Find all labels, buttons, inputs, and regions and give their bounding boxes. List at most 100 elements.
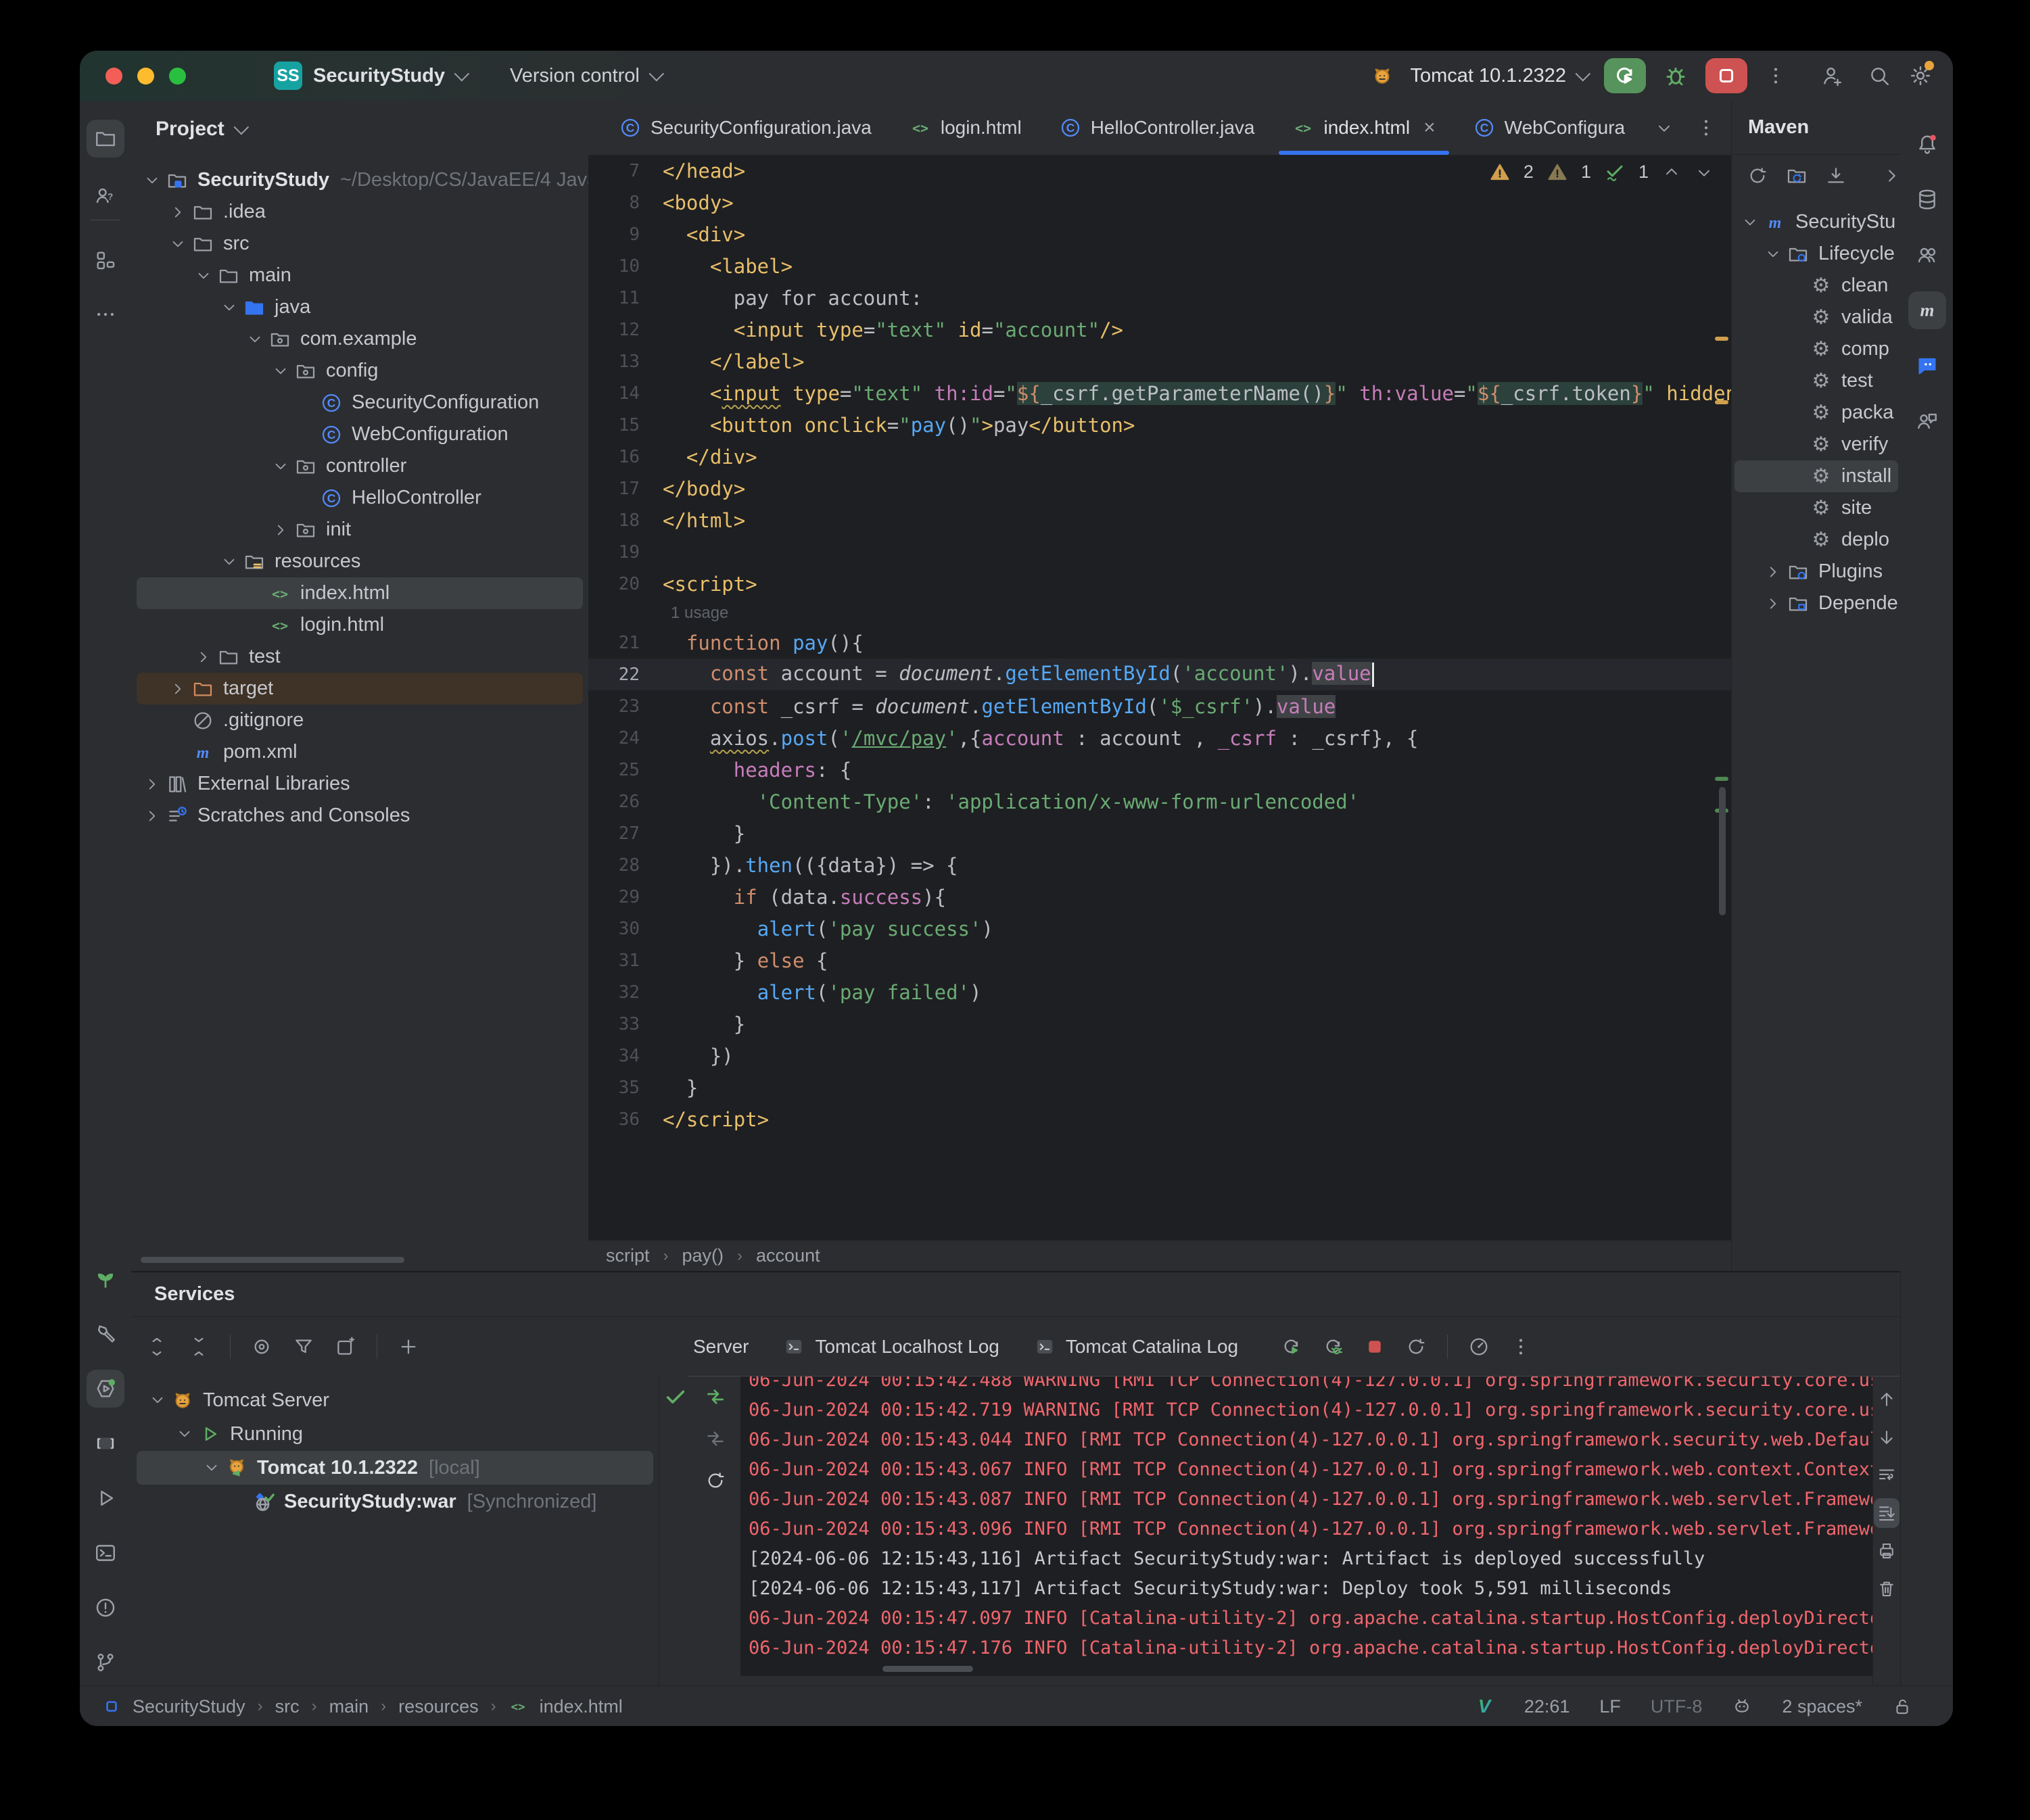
chevron-down-icon[interactable] xyxy=(218,299,241,316)
chevron-right-icon[interactable] xyxy=(166,203,189,221)
tree-row[interactable]: target xyxy=(137,673,583,704)
chevron-down-icon[interactable] xyxy=(141,172,164,189)
code-line[interactable]: 18 </html> xyxy=(588,504,1731,536)
settings-button[interactable] xyxy=(1908,61,1934,88)
trash-icon[interactable] xyxy=(1874,1574,1899,1604)
project-panel-title[interactable]: Project xyxy=(156,118,225,141)
project-menu[interactable]: SecurityStudy xyxy=(313,65,445,87)
breadcrumb-item[interactable]: index.html xyxy=(540,1696,623,1717)
log-line[interactable]: 06-Jun-2024 00:15:42.719 WARNING [RMI TC… xyxy=(740,1395,1873,1425)
encoding-widget[interactable]: UTF-8 xyxy=(1651,1696,1703,1717)
collapse-icon[interactable] xyxy=(188,1336,210,1358)
tree-row[interactable]: ⚙ comp xyxy=(1734,333,1898,365)
dl-icon[interactable] xyxy=(1825,165,1847,187)
breadcrumb-item[interactable]: pay() xyxy=(682,1245,724,1266)
tree-row[interactable]: Lifecycle xyxy=(1734,238,1898,270)
code-line[interactable]: 26 'Content-Type': 'application/x-www-fo… xyxy=(588,786,1731,817)
chev-r-icon[interactable] xyxy=(1882,166,1901,186)
code-line[interactable]: 15 <button onclick="pay()">pay</button> xyxy=(588,409,1731,441)
code-line[interactable]: 23 const _csrf = document.getElementById… xyxy=(588,690,1731,722)
chevron-down-icon[interactable] xyxy=(200,1459,223,1477)
code-line[interactable]: 8 <body> xyxy=(588,187,1731,218)
code-line[interactable]: 21 function pay(){ xyxy=(588,627,1731,658)
log-tab-Tomcat Localhost Log[interactable]: Tomcat Localhost Log xyxy=(784,1336,999,1358)
editor-scrollbar[interactable] xyxy=(1719,787,1726,915)
tree-row[interactable]: Depende xyxy=(1734,588,1898,619)
tree-row[interactable]: com.example xyxy=(137,323,583,355)
tree-row[interactable]: .gitignore xyxy=(137,704,583,736)
assistant-icon[interactable] xyxy=(1732,1696,1752,1717)
run-configuration-selector[interactable]: Tomcat 10.1.2322 xyxy=(1410,65,1591,87)
m-letter-icon[interactable]: m xyxy=(1908,291,1946,329)
chevron-down-icon[interactable] xyxy=(146,1391,169,1409)
chevron-down-icon[interactable] xyxy=(243,331,266,348)
close-window-button[interactable] xyxy=(105,67,122,85)
tree-row[interactable]: main xyxy=(137,260,583,291)
swap-gray-icon[interactable] xyxy=(697,1422,734,1455)
code-line[interactable]: 28 }).then(({data}) => { xyxy=(588,849,1731,881)
indent-widget[interactable]: 2 spaces* xyxy=(1782,1696,1862,1717)
code-line[interactable]: 12 <input type="text" id="account"/> xyxy=(588,314,1731,345)
users-chat-icon[interactable] xyxy=(1908,402,1946,440)
stop-sm-icon[interactable] xyxy=(1365,1337,1385,1357)
chevron-down-icon[interactable] xyxy=(269,458,292,475)
tree-row[interactable]: Scratches and Consoles xyxy=(137,800,583,832)
log-line[interactable]: 06-Jun-2024 00:15:47.176 INFO [Catalina-… xyxy=(740,1633,1873,1663)
tree-row[interactable]: m SecurityStu xyxy=(1734,206,1898,238)
log-line[interactable]: 06-Jun-2024 00:15:43.044 INFO [RMI TCP C… xyxy=(740,1425,1873,1455)
tree-row[interactable]: C WebConfiguration xyxy=(137,418,583,450)
db-icon[interactable] xyxy=(1908,181,1946,218)
tab-options-kebab-icon[interactable] xyxy=(1684,101,1728,155)
chevron-down-icon[interactable] xyxy=(173,1425,196,1443)
line-ending-widget[interactable]: LF xyxy=(1599,1696,1621,1717)
code-line[interactable]: 17 </body> xyxy=(588,473,1731,504)
code-line[interactable]: 20 <script> xyxy=(588,568,1731,600)
stop-button[interactable] xyxy=(1705,58,1747,93)
chevron-down-icon[interactable] xyxy=(218,553,241,571)
chevron-down-icon[interactable] xyxy=(166,235,189,253)
code-with-me-button[interactable] xyxy=(1820,64,1843,87)
breadcrumb-item[interactable]: account xyxy=(756,1245,820,1266)
vcs-menu[interactable]: Version control xyxy=(510,65,640,87)
breadcrumb-item[interactable]: resources xyxy=(398,1696,479,1717)
tab-login.html[interactable]: <> login.html xyxy=(891,101,1041,155)
code-editor[interactable]: 7 </head> 8 <body> 9 <div> 10 <label> 11 pay f… xyxy=(588,155,1731,1240)
code-line[interactable]: 32 alert('pay failed') xyxy=(588,976,1731,1008)
code-line[interactable]: 25 headers: { xyxy=(588,754,1731,786)
target-icon[interactable] xyxy=(251,1336,273,1358)
prev-problem-button[interactable] xyxy=(1662,163,1681,182)
refresh-icon[interactable] xyxy=(1747,165,1768,187)
log-line[interactable]: 06-Jun-2024 00:15:47.097 INFO [Catalina-… xyxy=(740,1604,1873,1633)
log-line[interactable]: 06-Jun-2024 00:15:43.096 INFO [RMI TCP C… xyxy=(740,1514,1873,1544)
tree-row[interactable]: init xyxy=(137,514,583,546)
tree-row[interactable]: Running xyxy=(137,1417,653,1451)
log-horizontal-scrollbar[interactable] xyxy=(882,1666,973,1672)
tab-HelloController.java[interactable]: C HelloController.java xyxy=(1041,101,1274,155)
rerun-sm-icon[interactable] xyxy=(1281,1336,1302,1358)
code-line[interactable]: 24 axios.post('/mvc/pay',{account : acco… xyxy=(588,722,1731,754)
tree-row[interactable]: ⚙ test xyxy=(1734,365,1898,397)
next-problem-button[interactable] xyxy=(1695,163,1714,182)
tree-row[interactable]: src xyxy=(137,228,583,260)
close-icon[interactable]: × xyxy=(1423,116,1436,139)
code-line[interactable]: 30 alert('pay success') xyxy=(588,913,1731,944)
tree-row[interactable]: .idea xyxy=(137,196,583,228)
code-line[interactable]: 27 } xyxy=(588,817,1731,849)
horizontal-scrollbar[interactable] xyxy=(141,1257,404,1263)
caret-position-widget[interactable]: 22:61 xyxy=(1524,1696,1570,1717)
tree-row[interactable]: External Libraries xyxy=(137,768,583,800)
breadcrumb-item[interactable]: main xyxy=(329,1696,369,1717)
chevron-down-icon[interactable] xyxy=(1762,245,1785,263)
chevron-right-icon[interactable] xyxy=(269,521,292,539)
debug-button[interactable] xyxy=(1663,64,1688,88)
chevron-down-icon[interactable] xyxy=(269,362,292,380)
plus-icon[interactable] xyxy=(398,1336,419,1358)
log-line[interactable]: 06-Jun-2024 00:15:43.067 INFO [RMI TCP C… xyxy=(740,1455,1873,1485)
hammer-icon[interactable] xyxy=(87,1315,124,1353)
code-line[interactable]: 34 }) xyxy=(588,1040,1731,1072)
expand-icon[interactable] xyxy=(146,1336,168,1358)
tree-row[interactable]: ⚙ deplo xyxy=(1734,524,1898,556)
chevron-right-icon[interactable] xyxy=(1762,563,1785,581)
chevron-right-icon[interactable] xyxy=(141,775,164,793)
bell-icon[interactable] xyxy=(1908,125,1946,163)
